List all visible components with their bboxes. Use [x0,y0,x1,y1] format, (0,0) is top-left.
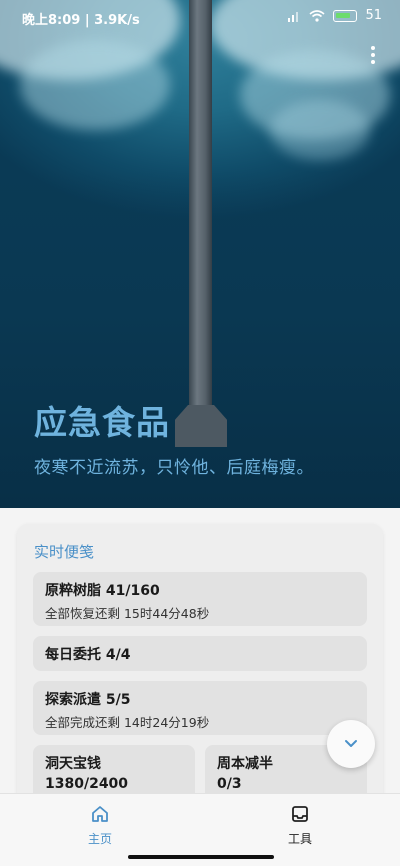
inbox-tray-icon [292,806,308,822]
realm-currency-label: 洞天宝钱 [45,756,101,772]
battery-icon [333,9,358,22]
hero-subtitle: 夜寒不近流苏，只怜他、后庭梅瘦。 [34,458,314,478]
daily-commission-label: 每日委托 4/4 [45,647,131,663]
nav-tools[interactable]: 工具 [260,804,340,848]
wifi-icon [309,9,325,22]
signal-icon [288,11,299,22]
expedition-detail: 全部完成还剩 14时24分19秒 [45,715,210,730]
expedition-label: 探索派遣 5/5 [45,692,131,708]
home-icon [92,806,108,822]
resin-item[interactable]: 原粹树脂 41/160 全部恢复还剩 15时44分48秒 [33,572,367,626]
wave-foam [20,40,170,130]
status-bar: 晚上8:09 | 3.9K/s 51 [0,0,400,34]
weekly-boss-value: 0/3 [217,776,242,792]
battery-level: 51 [365,8,382,23]
card-title: 实时便笺 [34,543,95,561]
wave-foam [270,100,370,160]
nav-home[interactable]: 主页 [60,804,140,848]
hero-banner-image: 应急食品 夜寒不近流苏，只怜他、后庭梅瘦。 [0,0,400,508]
nav-tools-label: 工具 [287,832,312,846]
daily-commission-item[interactable]: 每日委托 4/4 [33,636,367,671]
resin-label: 原粹树脂 41/160 [45,583,160,599]
resin-detail: 全部恢复还剩 15时44分48秒 [45,606,210,621]
gesture-bar[interactable] [128,855,274,859]
pier-end [175,405,227,447]
scroll-down-button[interactable] [327,720,375,768]
status-time: 晚上8:09 | 3.9K/s [22,13,140,28]
chevron-down-icon [345,740,357,747]
nav-home-label: 主页 [87,832,112,846]
app-screen: 应急食品 夜寒不近流苏，只怜他、后庭梅瘦。 晚上8:09 | 3.9K/s 51… [0,0,400,866]
status-icons: 51 [287,8,382,23]
weekly-boss-label: 周本减半 [217,756,273,772]
pier [189,0,212,405]
hero-title: 应急食品 [34,403,170,442]
expedition-item[interactable]: 探索派遣 5/5 全部完成还剩 14时24分19秒 [33,681,367,735]
realm-currency-value: 1380/2400 [45,776,129,792]
more-options-icon[interactable] [370,46,376,66]
